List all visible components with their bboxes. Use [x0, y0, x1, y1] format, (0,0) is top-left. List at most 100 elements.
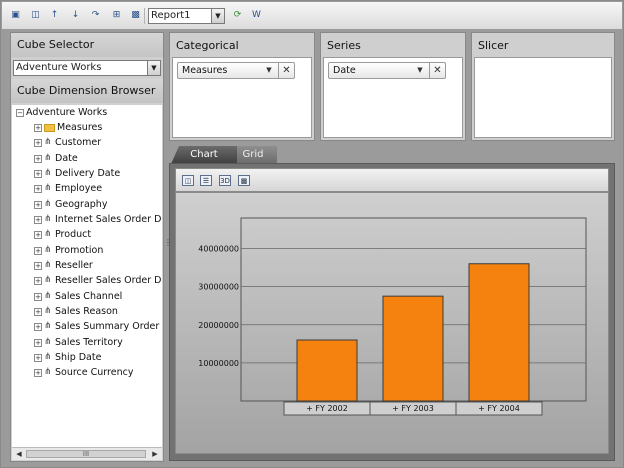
expand-icon[interactable]: + [34, 169, 42, 178]
date-chip[interactable]: Date ▼ ✕ [328, 62, 446, 79]
cube-selector-title: Cube Selector [11, 33, 163, 57]
new-report-icon[interactable]: ▣ [9, 9, 22, 22]
tree-item[interactable]: + ⋔ Promotion [34, 243, 103, 258]
tree-horizontal-scrollbar[interactable]: ◀ III ▶ [12, 447, 162, 460]
bar [296, 339, 358, 402]
tree-item[interactable]: + ⋔ Internet Sales Order De [34, 212, 162, 227]
dimension-icon: ⋔ [44, 275, 52, 285]
dimension-tree: − Adventure Works + Measures + ⋔ Customer + ⋔… [12, 105, 162, 447]
expand-icon[interactable]: + [34, 261, 42, 270]
tree-item-label: Geography [55, 199, 108, 210]
scroll-left-icon[interactable]: ◀ [13, 449, 25, 459]
dimension-icon: ⋔ [44, 229, 52, 239]
expand-icon[interactable]: + [34, 123, 42, 132]
report-select[interactable]: Report1 ▼ [148, 8, 225, 24]
sort-desc-icon[interactable]: ↓ [69, 9, 82, 22]
save-icon[interactable]: ▩ [129, 9, 142, 22]
chip-label: Measures [182, 65, 228, 76]
expand-icon[interactable]: + [34, 292, 42, 301]
tree-item-measures[interactable]: + Measures [34, 120, 102, 135]
tree-item[interactable]: + ⋔ Sales Reason [34, 304, 118, 319]
bar [382, 295, 444, 402]
close-icon[interactable]: ✕ [429, 63, 445, 78]
tree-item[interactable]: + ⋔ Employee [34, 181, 102, 196]
tree-item[interactable]: + ⋔ Sales Channel [34, 289, 122, 304]
tree-item[interactable]: + ⋔ Sales Summary Order D [34, 319, 162, 334]
tree-item-label: Reseller [55, 260, 93, 271]
measures-chip[interactable]: Measures ▼ ✕ [177, 62, 295, 79]
expand-icon[interactable]: + [34, 338, 42, 347]
word-export-icon[interactable]: W [250, 9, 263, 22]
chart-area: ◫ ☰ 3D ▩ 10000000 20000000 30000000 4000000… [169, 163, 615, 461]
tree-item[interactable]: + ⋔ Reseller Sales Order De [34, 273, 162, 288]
bar [468, 263, 530, 402]
chart-legend-icon[interactable]: ▩ [238, 175, 250, 186]
tree-item[interactable]: + ⋔ Geography [34, 197, 107, 212]
scroll-thumb[interactable]: III [26, 450, 146, 458]
tree-item-label: Customer [55, 137, 102, 148]
export-icon[interactable]: ↷ [89, 9, 102, 22]
expand-icon[interactable]: + [34, 138, 42, 147]
tree-item-label: Promotion [55, 245, 104, 256]
chip-label: Date [333, 65, 356, 76]
tree-item[interactable]: + ⋔ Reseller [34, 258, 93, 273]
dimension-icon: ⋔ [44, 367, 52, 377]
chart-settings-icon[interactable]: ☰ [200, 175, 212, 186]
tree-item[interactable]: + ⋔ Sales Territory [34, 335, 123, 350]
scroll-right-icon[interactable]: ▶ [149, 449, 161, 459]
slicer-drop-area[interactable] [474, 57, 612, 138]
cube-select-value: Adventure Works [16, 62, 102, 73]
tree-item-label: Employee [55, 183, 103, 194]
report-select-value: Report1 [151, 10, 191, 21]
bar-view-icon[interactable]: ◫ [29, 9, 42, 22]
chevron-down-icon[interactable]: ▼ [147, 61, 160, 75]
tree-item-label: Internet Sales Order De [55, 214, 162, 225]
series-drop-area[interactable]: Date ▼ ✕ [323, 57, 463, 138]
sort-asc-icon[interactable]: ↑ [48, 9, 61, 22]
expand-icon[interactable]: + [34, 230, 42, 239]
3d-toggle-icon[interactable]: 3D [219, 175, 231, 186]
tree-root[interactable]: − Adventure Works [16, 105, 107, 120]
collapse-icon[interactable]: − [16, 108, 24, 117]
refresh-icon[interactable]: ⟳ [231, 9, 244, 22]
tree-item-label: Date [55, 153, 78, 164]
dimension-icon: ⋔ [44, 137, 52, 147]
app-window: ▣ ◫ ↑ ↓ ↷ ⊞ ▩ Report1 ▼ ⟳ W Cube Selecto… [0, 0, 624, 468]
tree-item[interactable]: + ⋔ Delivery Date [34, 166, 120, 181]
expand-icon[interactable]: + [34, 200, 42, 209]
dimension-icon: ⋔ [44, 321, 52, 331]
export-icon-2[interactable]: ⊞ [110, 9, 123, 22]
x-tick-label: + FY 2004 [478, 404, 520, 413]
tree-item-label: Sales Summary Order D [55, 321, 162, 332]
chevron-down-icon[interactable]: ▼ [211, 9, 224, 23]
tree-item-label: Ship Date [55, 352, 102, 363]
categorical-drop-area[interactable]: Measures ▼ ✕ [172, 57, 312, 138]
chart-type-icon[interactable]: ◫ [182, 175, 194, 186]
close-icon[interactable]: ✕ [278, 63, 294, 78]
tree-item[interactable]: + ⋔ Date [34, 151, 78, 166]
tree-item[interactable]: + ⋔ Source Currency [34, 365, 133, 380]
chevron-down-icon[interactable]: ▼ [264, 63, 274, 78]
expand-icon[interactable]: + [34, 246, 42, 255]
chevron-down-icon[interactable]: ▼ [415, 63, 425, 78]
expand-icon[interactable]: + [34, 215, 42, 224]
main-toolbar: ▣ ◫ ↑ ↓ ↷ ⊞ ▩ Report1 ▼ ⟳ W [2, 2, 622, 30]
expand-icon[interactable]: + [34, 276, 42, 285]
expand-icon[interactable]: + [34, 307, 42, 316]
panel-splitter-handle[interactable]: ⋮ [164, 239, 172, 255]
chart-toolbar: ◫ ☰ 3D ▩ [175, 168, 609, 192]
dimension-icon: ⋔ [44, 291, 52, 301]
tree-item[interactable]: + ⋔ Ship Date [34, 350, 101, 365]
tab-chart[interactable]: Chart [171, 146, 237, 164]
expand-icon[interactable]: + [34, 154, 42, 163]
tree-item[interactable]: + ⋔ Customer [34, 135, 101, 150]
tree-item[interactable]: + ⋔ Product [34, 227, 91, 242]
tree-item-label: Reseller Sales Order De [55, 275, 162, 286]
x-tick-label: + FY 2003 [392, 404, 434, 413]
expand-icon[interactable]: + [34, 322, 42, 331]
expand-icon[interactable]: + [34, 353, 42, 362]
cube-select[interactable]: Adventure Works ▼ [13, 60, 161, 76]
expand-icon[interactable]: + [34, 368, 42, 377]
expand-icon[interactable]: + [34, 184, 42, 193]
tree-item-label: Sales Channel [55, 291, 123, 302]
